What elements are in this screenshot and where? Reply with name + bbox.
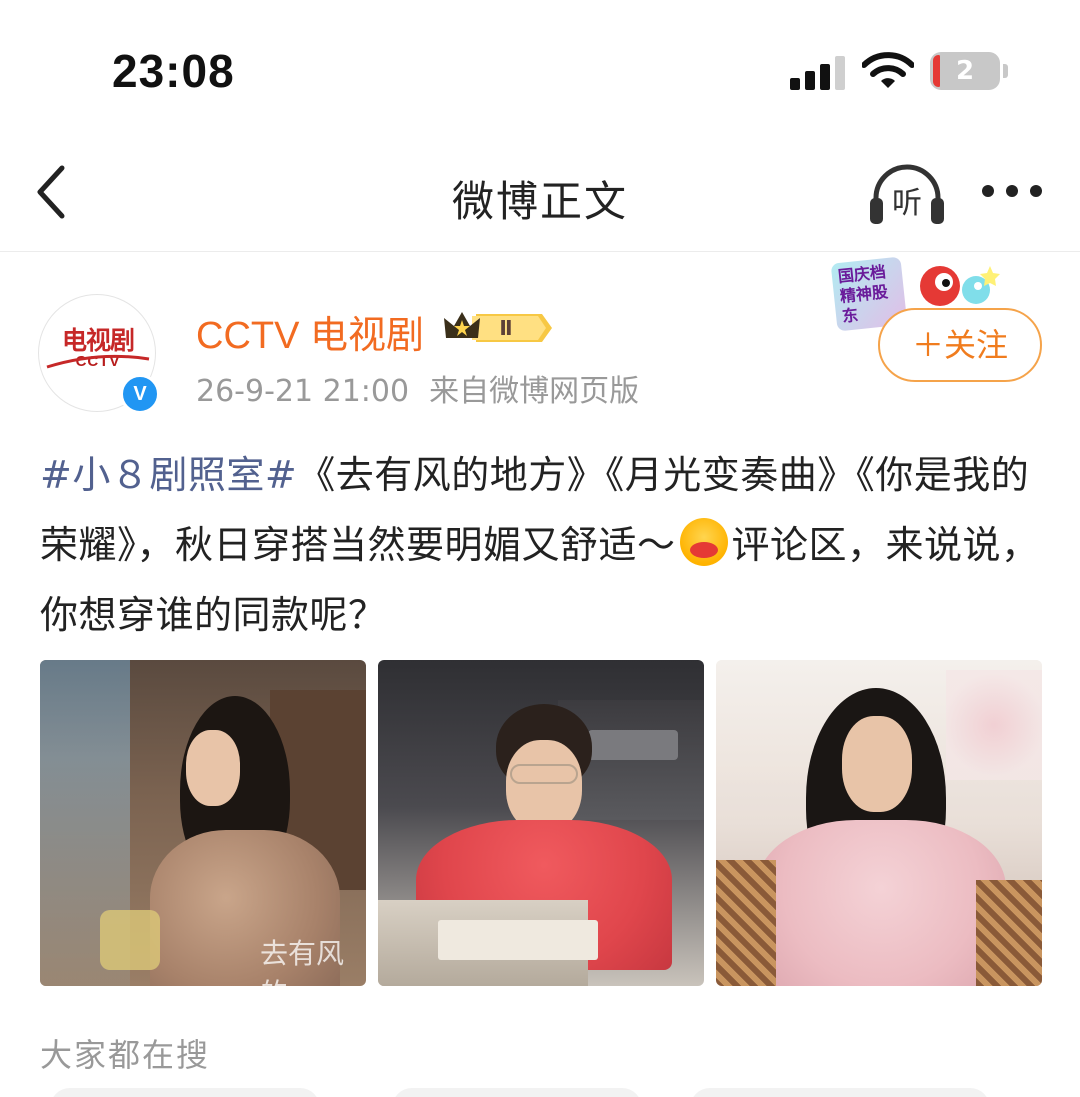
- cctv-drama-logo: 电视剧 CCTV: [45, 321, 151, 377]
- verified-icon: V: [120, 374, 160, 414]
- status-time: 23:08: [112, 45, 235, 97]
- crown-badge-icon[interactable]: Ⅱ: [442, 308, 554, 348]
- logo-swoosh-icon: [46, 354, 150, 369]
- listen-button[interactable]: 听: [868, 160, 946, 228]
- trending-search-chip[interactable]: [392, 1088, 642, 1097]
- post-source: 来自微博网页版: [429, 374, 640, 409]
- image-grid: 去有风的: [40, 660, 1042, 986]
- follow-button[interactable]: ＋关注: [878, 308, 1042, 382]
- status-bar: 23:08 2: [0, 0, 1080, 140]
- hashtag-link[interactable]: #小８剧照室#: [40, 453, 297, 497]
- battery-icon: 2: [930, 52, 1010, 90]
- photo-woman-floral-shirt[interactable]: 去有风的: [40, 660, 366, 986]
- battery-level: 2: [955, 56, 975, 86]
- photo-woman-pink-sweater[interactable]: [716, 660, 1042, 986]
- hugging-face-emoji-icon: [679, 518, 728, 566]
- trending-search-chip[interactable]: [50, 1088, 320, 1097]
- photo-man-red-sweater-phone[interactable]: [378, 660, 704, 986]
- username[interactable]: CCTV 电视剧: [196, 304, 424, 359]
- post-text: #小８剧照室#《去有风的地方》《月光变奏曲》《你是我的荣耀》，秋日穿搭当然要明媚…: [40, 440, 1040, 650]
- post-meta: 26-9-21 21:00 来自微博网页版: [196, 366, 639, 410]
- photo-caption: 去有风的: [260, 937, 345, 986]
- more-icon[interactable]: [980, 180, 1044, 202]
- wifi-icon: [862, 52, 914, 88]
- cellular-signal-icon: [790, 56, 845, 90]
- trending-search-chip[interactable]: [690, 1088, 990, 1097]
- badge-level: Ⅱ: [499, 316, 512, 340]
- nav-bar: 微博正文 听: [0, 140, 1080, 252]
- post-timestamp: 26-9-21 21:00: [196, 374, 410, 409]
- trending-search-heading: 大家都在搜: [40, 1036, 211, 1074]
- listen-label: 听: [892, 186, 922, 221]
